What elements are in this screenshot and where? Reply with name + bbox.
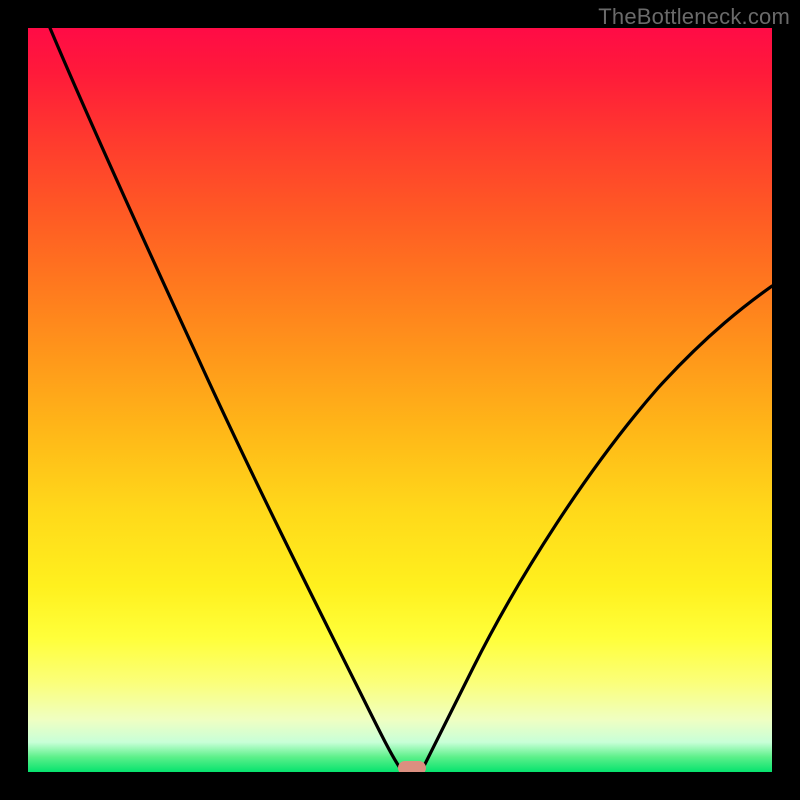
watermark-label: TheBottleneck.com bbox=[598, 4, 790, 30]
min-marker bbox=[398, 761, 426, 772]
curve-layer bbox=[28, 28, 772, 772]
plot-area bbox=[28, 28, 772, 772]
chart-frame: TheBottleneck.com bbox=[0, 0, 800, 800]
bottleneck-curve bbox=[50, 28, 772, 768]
